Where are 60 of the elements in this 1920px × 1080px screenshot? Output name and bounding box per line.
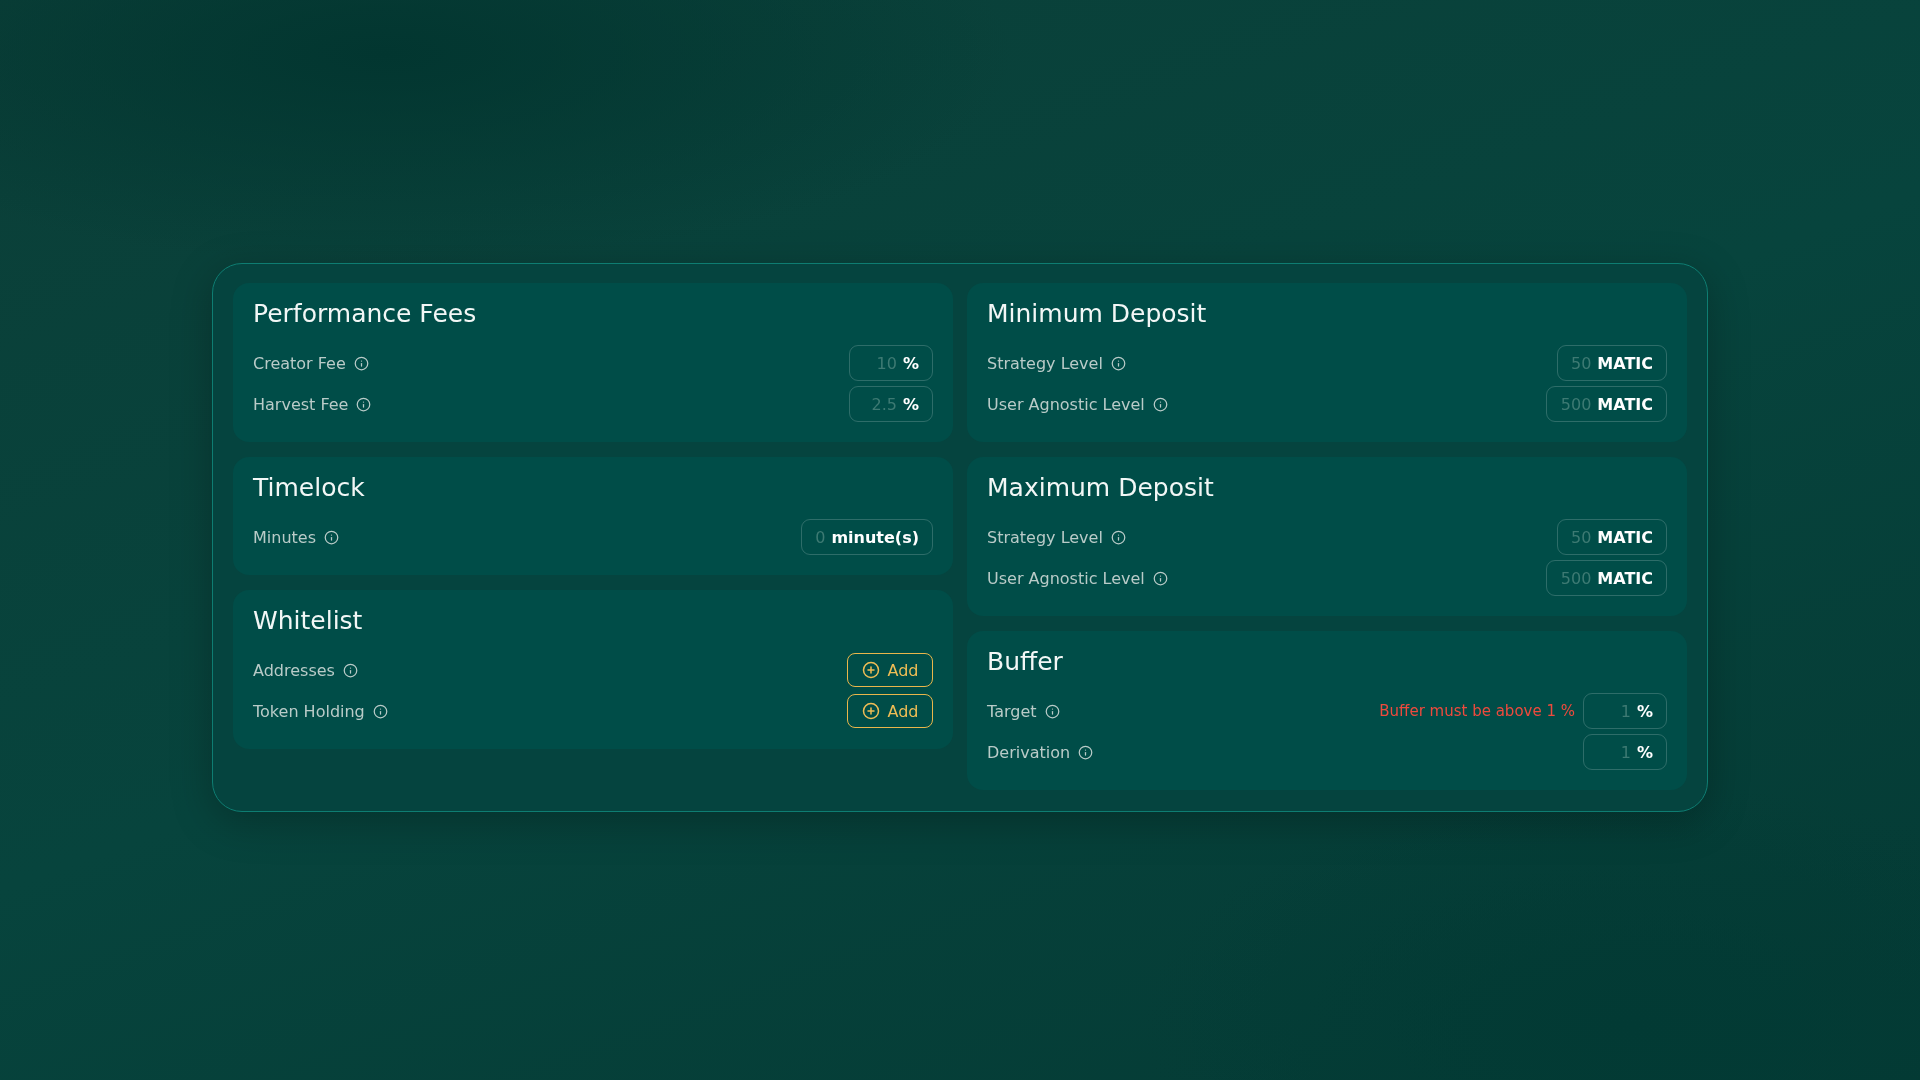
input-field[interactable]: 0 minute(s)	[801, 519, 933, 555]
unit-label: MATIC	[1597, 527, 1653, 547]
info-icon[interactable]	[1110, 529, 1126, 545]
section-title: Whitelist	[253, 606, 364, 635]
field-label: Strategy Level	[987, 353, 1103, 373]
info-icon[interactable]	[342, 662, 358, 678]
unit-label: minute(s)	[831, 527, 919, 547]
unit-label: MATIC	[1597, 568, 1653, 588]
input-field[interactable]: 50 MATIC	[1556, 519, 1667, 555]
number-input[interactable]: 0	[815, 527, 826, 547]
number-input[interactable]: 2.5	[865, 394, 897, 414]
unit-label: MATIC	[1597, 353, 1653, 373]
input-field[interactable]: 500 MATIC	[1546, 560, 1667, 596]
info-icon[interactable]	[1152, 570, 1168, 586]
info-icon[interactable]	[1110, 355, 1126, 371]
unit-label: %	[902, 394, 919, 414]
number-input[interactable]: 10	[876, 353, 897, 373]
section-title: Performance Fees	[253, 299, 478, 328]
plus-circle-icon	[861, 661, 880, 679]
error-message: Buffer must be above 1 %	[1379, 702, 1575, 720]
info-icon[interactable]	[1044, 703, 1060, 719]
field-label: User Agnostic Level	[987, 394, 1145, 414]
number-input[interactable]: 50	[1570, 527, 1592, 547]
info-icon[interactable]	[324, 529, 339, 545]
section-title: Timelock	[253, 473, 366, 502]
input-field[interactable]: 50 MATIC	[1556, 345, 1667, 381]
number-input[interactable]: 50	[1570, 353, 1592, 373]
field-label: Minutes	[253, 527, 316, 547]
input-field[interactable]: 1 %	[1583, 693, 1667, 729]
add-button[interactable]: Add	[847, 694, 933, 728]
input-field[interactable]: 2.5 %	[849, 386, 933, 422]
field-label: Creator Fee	[253, 353, 346, 373]
field-label: Strategy Level	[987, 527, 1103, 547]
field-label: Target	[987, 701, 1037, 721]
info-icon[interactable]	[1078, 744, 1094, 760]
number-input[interactable]: 500	[1560, 568, 1592, 588]
info-icon[interactable]	[356, 396, 372, 412]
add-button[interactable]: Add	[847, 653, 933, 687]
number-input[interactable]: 500	[1560, 394, 1592, 414]
number-input[interactable]: 1	[1620, 701, 1631, 721]
number-input[interactable]: 1	[1620, 742, 1631, 762]
field-label: Addresses	[253, 660, 335, 680]
field-label: Derivation	[987, 742, 1071, 762]
field-label: User Agnostic Level	[987, 568, 1145, 588]
unit-label: %	[1636, 742, 1653, 762]
info-icon[interactable]	[353, 355, 369, 371]
section-title: Maximum Deposit	[987, 473, 1215, 502]
section-title: Minimum Deposit	[987, 299, 1208, 328]
field-label: Harvest Fee	[253, 394, 349, 414]
plus-circle-icon	[861, 702, 880, 720]
unit-label: MATIC	[1597, 394, 1653, 414]
section-title: Buffer	[987, 647, 1064, 676]
unit-label: %	[1636, 701, 1653, 721]
input-field[interactable]: 1 %	[1583, 734, 1667, 770]
info-icon[interactable]	[372, 703, 388, 719]
input-field[interactable]: 500 MATIC	[1546, 386, 1667, 422]
input-field[interactable]: 10 %	[849, 345, 933, 381]
info-icon[interactable]	[1152, 396, 1168, 412]
field-label: Token Holding	[253, 701, 365, 721]
unit-label: %	[902, 353, 919, 373]
